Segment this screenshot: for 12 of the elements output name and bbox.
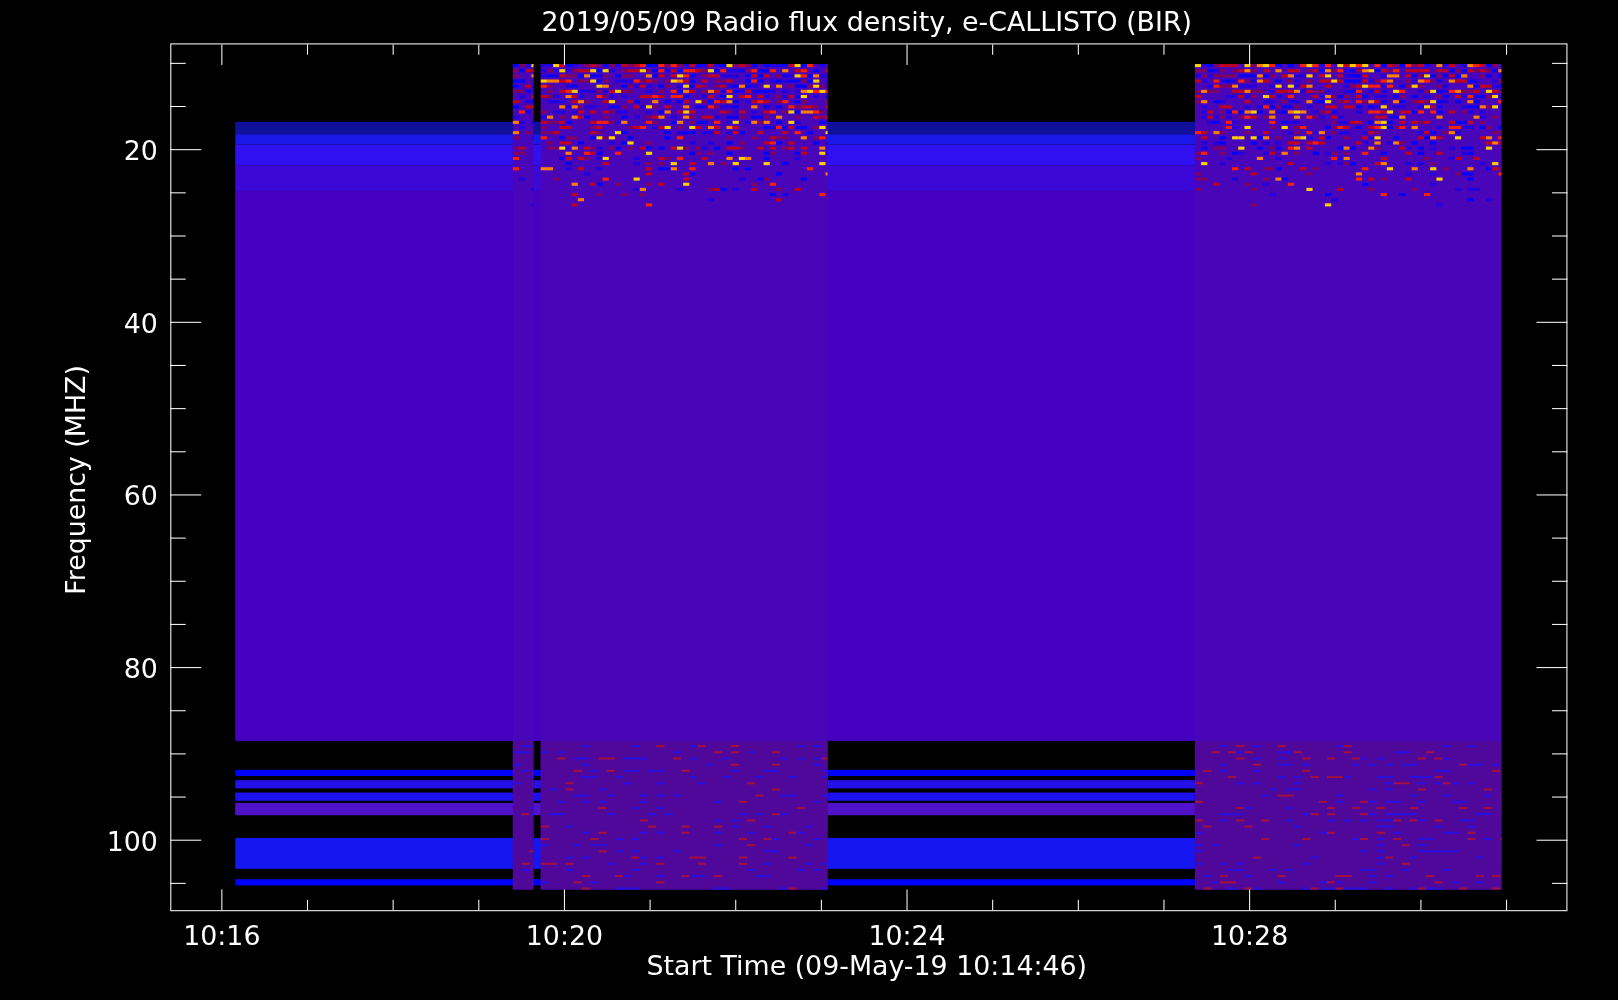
chart-title: 2019/05/09 Radio flux density, e-CALLISTO (BIR)	[541, 6, 1192, 37]
y-axis-label: Frequency (MHZ)	[59, 365, 91, 595]
y-tick-label: 40	[123, 307, 158, 339]
y-tick-label: 80	[123, 652, 158, 684]
y-tick-label: 60	[123, 480, 158, 512]
x-tick-label: 10:28	[1211, 920, 1289, 952]
x-axis-label: Start Time (09-May-19 10:14:46)	[646, 950, 1088, 982]
x-tick-label: 10:20	[525, 920, 604, 952]
y-tick-label: 20	[123, 135, 158, 166]
x-tick-label: 10:24	[868, 920, 946, 952]
x-tick-label: 10:16	[183, 920, 261, 952]
y-tick-label: 100	[106, 825, 158, 857]
